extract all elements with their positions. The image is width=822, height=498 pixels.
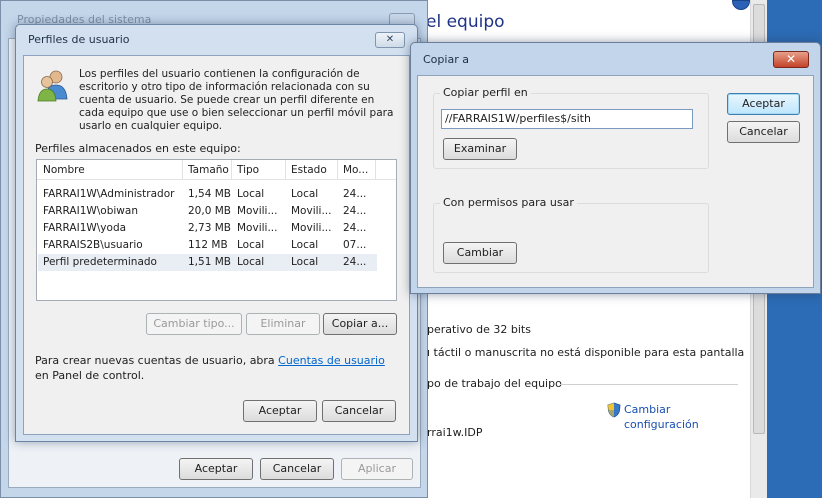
column-header-modified[interactable]: Mo... <box>343 164 368 176</box>
column-divider[interactable] <box>375 160 376 180</box>
profile-name: FARRAI1W\yoda <box>43 222 127 234</box>
change-user-button[interactable]: Cambiar <box>443 242 517 264</box>
delete-button[interactable]: Eliminar <box>246 313 320 335</box>
user-profiles-dialog: Perfiles de usuario ✕ Los perfiles del u… <box>15 24 418 442</box>
profile-name: Perfil predeterminado <box>43 256 157 268</box>
copy-profile-group: Copiar perfil en //FARRAIS1W/perfiles$/s… <box>433 86 709 169</box>
profiles-description: Los perfiles del usuario contienen la co… <box>79 68 394 132</box>
destination-path-input[interactable]: //FARRAIS1W/perfiles$/sith <box>441 109 693 129</box>
profile-size: 1,51 MB <box>188 256 231 268</box>
copy-to-close-button[interactable]: ✕ <box>773 51 809 68</box>
permissions-group-label: Con permisos para usar <box>440 196 577 209</box>
note-text-suffix: en Panel de control. <box>35 369 145 382</box>
profile-modified: 24... <box>343 188 367 200</box>
column-divider[interactable] <box>231 160 232 180</box>
profile-size: 20,0 MB <box>188 205 231 217</box>
copy-to-title: Copiar a <box>423 53 469 66</box>
page-heading: el equipo <box>426 12 505 32</box>
profile-modified: 07... <box>343 239 367 251</box>
browse-button[interactable]: Examinar <box>443 138 517 160</box>
column-header-type[interactable]: Tipo <box>237 164 259 176</box>
system-properties-apply-button[interactable]: Aplicar <box>341 458 413 480</box>
system-properties-accept-button[interactable]: Aceptar <box>179 458 253 480</box>
profile-row[interactable]: FARRAI1W\obiwan 20,0 MB Movili... Movili… <box>38 203 377 220</box>
profile-size: 112 MB <box>188 239 228 251</box>
profile-type: Movili... <box>237 222 278 234</box>
copy-to-client-area: Copiar perfil en //FARRAIS1W/perfiles$/s… <box>417 75 814 288</box>
copy-profile-group-label: Copiar perfil en <box>440 86 531 99</box>
user-accounts-note: Para crear nuevas cuentas de usuario, ab… <box>35 353 395 383</box>
profile-row[interactable]: FARRAI1W\yoda 2,73 MB Movili... Movili..… <box>38 220 377 237</box>
user-profiles-title: Perfiles de usuario <box>28 33 130 46</box>
profile-name: FARRAI1W\obiwan <box>43 205 138 217</box>
profile-row[interactable]: FARRAI1W\Administrador 1,54 MB Local Loc… <box>38 186 377 203</box>
profile-status: Local <box>291 239 319 251</box>
user-profiles-close-button[interactable]: ✕ <box>375 32 405 48</box>
stored-profiles-label: Perfiles almacenados en este equipo: <box>35 142 241 155</box>
user-accounts-link[interactable]: Cuentas de usuario <box>278 354 385 367</box>
column-header-status[interactable]: Estado <box>291 164 327 176</box>
workgroup-section-title: po de trabajo del equipo <box>427 377 562 390</box>
help-icon[interactable] <box>732 0 750 10</box>
profile-type: Local <box>237 256 265 268</box>
change-settings-link[interactable]: Cambiar configuración <box>607 402 699 432</box>
change-settings-line-2: configuración <box>624 418 699 431</box>
profile-name: FARRAI1W\Administrador <box>43 188 175 200</box>
column-header-size[interactable]: Tamaño <box>188 164 229 176</box>
profile-row[interactable]: FARRAIS2B\usuario 112 MB Local Local 07.… <box>38 237 377 254</box>
profile-name: FARRAIS2B\usuario <box>43 239 143 251</box>
user-profiles-client-area: Los perfiles del usuario contienen la co… <box>23 55 410 435</box>
uac-shield-icon <box>607 402 621 418</box>
profiles-cancel-button[interactable]: Cancelar <box>322 400 396 422</box>
profile-modified: 24... <box>343 222 367 234</box>
column-divider[interactable] <box>337 160 338 180</box>
column-divider[interactable] <box>285 160 286 180</box>
copy-accept-button[interactable]: Aceptar <box>727 93 800 115</box>
computer-name-text: rrai1w.IDP <box>427 426 483 439</box>
profile-status: Movili... <box>291 205 332 217</box>
column-divider[interactable] <box>182 160 183 180</box>
os-type-text: perativo de 32 bits <box>427 323 531 336</box>
profile-size: 2,73 MB <box>188 222 231 234</box>
pen-touch-text: ı táctil o manuscrita no está disponible… <box>427 346 745 359</box>
profile-modified: 24... <box>343 205 367 217</box>
profiles-accept-button[interactable]: Aceptar <box>243 400 317 422</box>
user-profiles-titlebar[interactable]: Perfiles de usuario ✕ <box>16 25 417 55</box>
copy-to-button[interactable]: Copiar a... <box>323 313 397 335</box>
profile-modified: 24... <box>343 256 367 268</box>
note-text-prefix: Para crear nuevas cuentas de usuario, ab… <box>35 354 279 367</box>
change-type-button[interactable]: Cambiar tipo... <box>146 313 242 335</box>
permissions-group: Con permisos para usar Cambiar <box>433 196 709 273</box>
change-settings-line-1: Cambiar <box>624 403 671 416</box>
profile-row-selected[interactable]: Perfil predeterminado 1,51 MB Local Loca… <box>38 254 377 271</box>
copy-cancel-button[interactable]: Cancelar <box>727 121 800 143</box>
profile-status: Local <box>291 188 319 200</box>
system-properties-cancel-button[interactable]: Cancelar <box>260 458 334 480</box>
profile-status: Movili... <box>291 222 332 234</box>
profile-type: Movili... <box>237 205 278 217</box>
copy-to-dialog: Copiar a ✕ Copiar perfil en //FARRAIS1W/… <box>410 42 821 294</box>
profile-status: Local <box>291 256 319 268</box>
profiles-list-header: Nombre Tamaño Tipo Estado Mo... <box>37 160 396 180</box>
users-icon <box>37 70 68 102</box>
profiles-list[interactable]: Nombre Tamaño Tipo Estado Mo... FARRAI1W… <box>36 159 397 301</box>
profile-type: Local <box>237 239 265 251</box>
profile-size: 1,54 MB <box>188 188 231 200</box>
profile-type: Local <box>237 188 265 200</box>
section-divider <box>560 384 738 385</box>
column-header-name[interactable]: Nombre <box>43 164 85 176</box>
